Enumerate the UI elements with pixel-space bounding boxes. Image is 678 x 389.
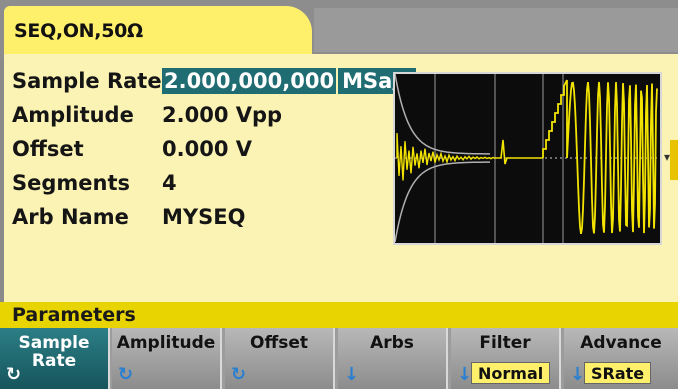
softkey-label: Offset [250, 333, 308, 353]
decay-envelope-bottom [395, 161, 490, 243]
param-label: Amplitude [12, 103, 134, 127]
noise-trace [396, 133, 496, 181]
amplitude-value[interactable]: 2.000 Vpp [162, 103, 282, 127]
param-row-sample-rate[interactable]: Sample Rate 2.000,000,000 MSa/s [12, 65, 417, 97]
sample-rate-value[interactable]: 2.000,000,000 MSa/s [162, 68, 417, 94]
waveform-plot [395, 74, 660, 243]
channel-tab-label: SEQ,ON,50Ω [14, 20, 143, 42]
offset-value[interactable]: 0.000 V [162, 137, 252, 161]
param-label: Segments [12, 171, 131, 195]
chirp-trace [566, 80, 658, 235]
softkey-label: Amplitude [116, 333, 216, 353]
softkey-sample-rate[interactable]: Sample Rate ↻ [0, 328, 110, 389]
waveform-display [393, 72, 662, 245]
softkey-label: Arbs [370, 333, 414, 353]
param-row-arb-name[interactable]: Arb Name MYSEQ [12, 201, 245, 233]
sample-rate-number[interactable]: 2.000,000,000 [162, 68, 337, 94]
knob-icon: ↻ [118, 364, 134, 385]
pulse-trace [495, 139, 543, 165]
param-row-amplitude[interactable]: Amplitude 2.000 Vpp [12, 99, 282, 131]
menu-title-bar: Parameters [0, 302, 678, 328]
tab-strip: SEQ,ON,50Ω [0, 0, 678, 62]
filter-value: Normal [471, 362, 551, 384]
scrollbar[interactable] [670, 140, 678, 180]
tab-strip-empty [314, 8, 678, 52]
softkey-label: Advance [580, 333, 662, 353]
param-label: Arb Name [12, 205, 129, 229]
down-arrow-icon: ↓ [570, 364, 586, 385]
param-row-segments[interactable]: Segments 4 [12, 167, 177, 199]
softkey-offset[interactable]: Offset ↻ [225, 328, 335, 389]
softkey-filter[interactable]: Filter ↓ Normal [451, 328, 561, 389]
knob-icon: ↻ [6, 364, 22, 385]
softkey-amplitude[interactable]: Amplitude ↻ [112, 328, 222, 389]
softkey-label: Filter [479, 333, 531, 353]
softkey-advance[interactable]: Advance ↓ SRate [564, 328, 678, 389]
param-label: Offset [12, 137, 84, 161]
instrument-screen: SEQ,ON,50Ω Sample Rate 2.000,000,000 MSa/… [0, 0, 678, 389]
param-row-offset[interactable]: Offset 0.000 V [12, 133, 252, 165]
decay-envelope-top [395, 74, 490, 155]
knob-icon: ↻ [231, 364, 247, 385]
down-arrow-icon: ↓ [344, 364, 360, 385]
advance-value: SRate [584, 362, 652, 384]
segments-value[interactable]: 4 [162, 171, 177, 195]
down-arrow-icon: ↓ [457, 364, 473, 385]
softkey-row: Sample Rate ↻ Amplitude ↻ Offset ↻ Arbs … [0, 328, 678, 389]
arb-name-value[interactable]: MYSEQ [162, 205, 245, 229]
param-label: Sample Rate [12, 69, 162, 93]
softkey-arbs[interactable]: Arbs ↓ [338, 328, 448, 389]
menu-title: Parameters [12, 304, 136, 326]
